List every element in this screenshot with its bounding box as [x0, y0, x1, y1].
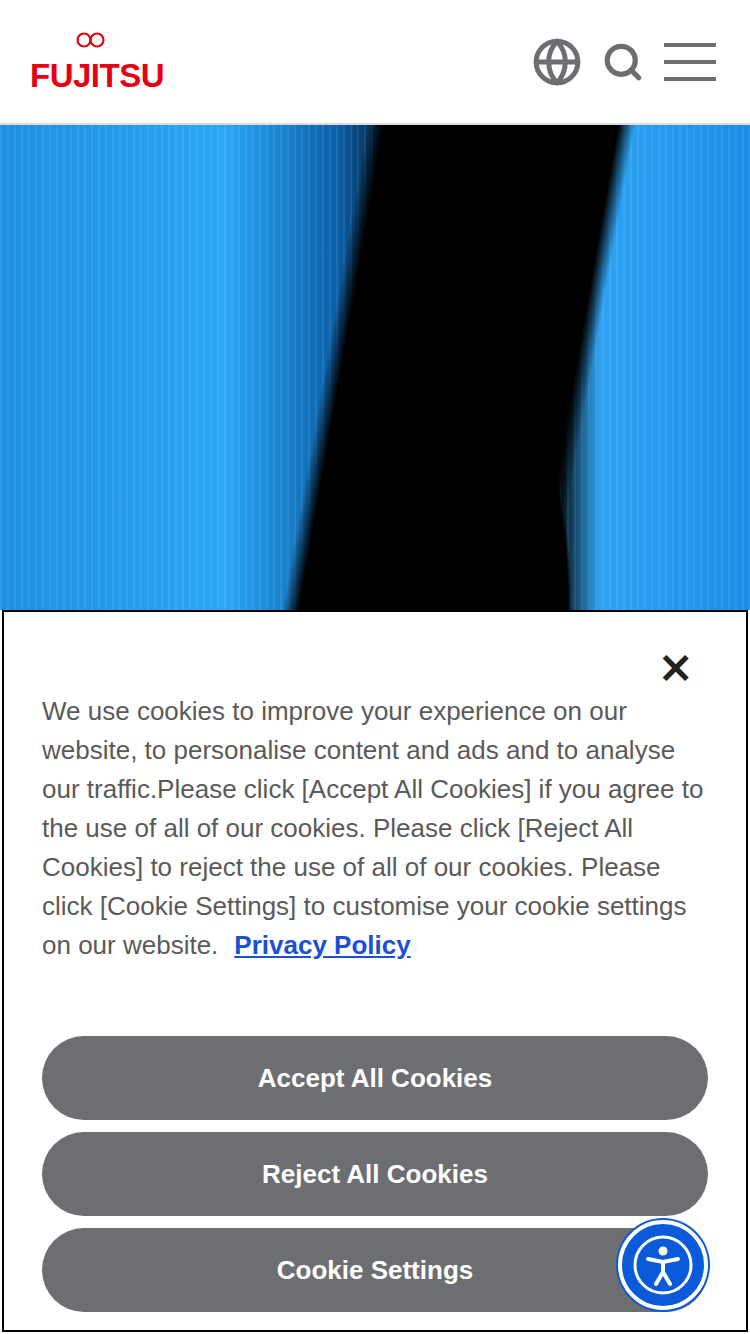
accessibility-icon: [632, 1234, 694, 1296]
globe-icon: [532, 37, 582, 87]
site-header: FUJITSU: [0, 0, 750, 125]
cookie-button[interactable]: Accept All Cookies: [42, 1036, 708, 1120]
accessibility-button[interactable]: [618, 1220, 708, 1310]
header-actions: [532, 37, 716, 87]
fujitsu-logo[interactable]: FUJITSU: [30, 30, 164, 94]
hamburger-icon: [664, 42, 716, 82]
search-icon: [602, 41, 644, 83]
menu-button[interactable]: [664, 42, 716, 82]
logo-text: FUJITSU: [30, 59, 164, 94]
language-button[interactable]: [532, 37, 582, 87]
cookie-button[interactable]: Cookie Settings: [42, 1228, 708, 1312]
privacy-policy-link[interactable]: Privacy Policy: [234, 930, 410, 960]
page: FUJITSU × We use cookies to improve your e…: [0, 0, 750, 1334]
cookie-message: We use cookies to improve your experienc…: [42, 692, 708, 965]
cookie-button[interactable]: Reject All Cookies: [42, 1132, 708, 1216]
close-button[interactable]: ×: [651, 650, 700, 684]
close-row: ×: [42, 650, 708, 684]
cookie-banner: × We use cookies to improve your experien…: [2, 610, 748, 1332]
infinity-icon: [74, 30, 108, 50]
hero-image: [0, 125, 750, 610]
search-button[interactable]: [602, 41, 644, 83]
cookie-buttons: Accept All Cookies Reject All Cookies Cook…: [42, 1036, 708, 1312]
